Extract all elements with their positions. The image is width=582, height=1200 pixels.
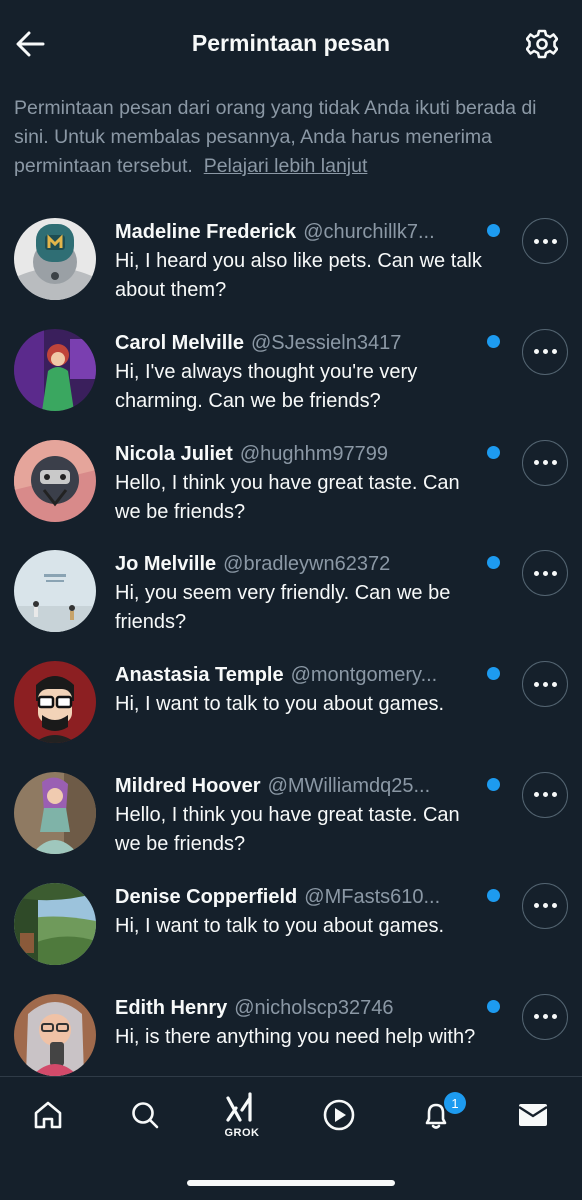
sender-handle: @hughhm97799 [239, 442, 389, 465]
sender-name: Nicola Juliet [115, 442, 233, 465]
list-item[interactable]: Carol Melville @SJessieln3417 Hi, I've a… [0, 319, 582, 430]
notification-badge: 1 [444, 1092, 466, 1114]
search-icon [132, 1102, 159, 1129]
sender-handle: @MWilliamdq25... [267, 774, 431, 797]
more-options-button[interactable] [522, 993, 568, 1040]
message-preview: Hi, I've always thought you're very char… [115, 360, 418, 412]
list-item[interactable]: Anastasia Temple @montgomery... Hi, I wa… [0, 651, 582, 762]
more-options-button[interactable] [522, 218, 568, 264]
sender-name: Madeline Frederick [115, 221, 297, 243]
sender-name: Mildred Hoover [115, 774, 261, 797]
list-item[interactable]: Denise Copperfield @MFasts610... Hi, I w… [0, 873, 582, 984]
envelope-icon [518, 1104, 548, 1126]
tab-grok[interactable]: GROK [218, 1091, 266, 1139]
list-item[interactable]: Madeline Frederick @churchillk7... Hi, I… [0, 208, 582, 319]
unread-dot [487, 445, 500, 459]
message-preview: Hi, I want to talk to you about games. [115, 693, 445, 716]
message-preview: Hi, I heard you also like pets. Can we t… [115, 250, 482, 301]
grok-icon [226, 1092, 252, 1122]
learn-more-link[interactable]: Pelajari lebih lanjut [204, 155, 368, 177]
sender-handle: @churchillk7... [303, 221, 435, 243]
message-preview: Hello, I think you have great taste. Can… [115, 471, 460, 523]
list-item[interactable]: Nicola Juliet @hughhm97799 Hello, I thin… [0, 430, 582, 541]
avatar [14, 439, 96, 522]
message-preview: Hi, I want to talk to you about games. [115, 914, 445, 937]
more-options-button[interactable] [522, 328, 568, 375]
gear-icon [526, 29, 558, 59]
more-options-button[interactable] [522, 882, 568, 929]
sender-name: Edith Henry [115, 996, 228, 1019]
home-indicator[interactable] [187, 1180, 395, 1186]
more-options-button[interactable] [522, 771, 568, 818]
sender-name: Carol Melville [115, 331, 244, 354]
avatar [14, 661, 96, 744]
more-options-button[interactable] [522, 439, 568, 486]
more-options-button[interactable] [522, 661, 568, 708]
message-preview: Hi, is there anything you need help with… [115, 1025, 476, 1048]
unread-dot [487, 556, 500, 570]
unread-dot [487, 999, 500, 1013]
sender-name: Anastasia Temple [115, 664, 284, 687]
avatar [14, 550, 96, 633]
tab-messages[interactable] [509, 1091, 557, 1139]
sender-handle: @SJessieln3417 [250, 331, 402, 354]
more-options-button[interactable] [522, 550, 568, 597]
intro-text: Permintaan pesan dari orang yang tidak A… [14, 94, 569, 181]
play-icon [323, 1099, 355, 1131]
avatar [14, 771, 96, 854]
sender-handle: @bradleywn62372 [223, 553, 391, 576]
sender-handle: @montgomery... [290, 664, 438, 687]
sender-handle: @nicholscp32746 [234, 996, 394, 1019]
page-title: Permintaan pesan [191, 30, 391, 56]
message-preview: Hello, I think you have great taste. Can… [115, 803, 460, 855]
avatar [14, 993, 96, 1076]
grok-label: GROK [224, 1127, 260, 1139]
avatar [14, 218, 96, 300]
list-item[interactable]: Jo Melville @bradleywn62372 Hi, you seem… [0, 540, 582, 651]
unread-dot [487, 777, 500, 791]
sender-name: Jo Melville [115, 553, 217, 576]
unread-dot [487, 334, 500, 348]
list-item[interactable]: Mildred Hoover @MWilliamdq25... Hello, I… [0, 762, 582, 873]
unread-dot [487, 888, 500, 902]
settings-button[interactable] [524, 26, 560, 62]
sender-name: Denise Copperfield [115, 885, 298, 908]
sender-handle: @MFasts610... [304, 885, 441, 908]
avatar [14, 328, 96, 411]
unread-dot [487, 224, 500, 237]
message-request-list: Madeline Frederick @churchillk7... Hi, I… [0, 208, 582, 1094]
home-icon [34, 1101, 62, 1129]
tab-video[interactable] [315, 1091, 363, 1139]
unread-dot [487, 667, 500, 681]
tab-search[interactable] [121, 1091, 169, 1139]
message-preview: Hi, you seem very friendly. Can we be fr… [115, 582, 451, 634]
avatar [14, 882, 96, 965]
top-bar: Permintaan pesan [0, 0, 582, 90]
tab-home[interactable] [24, 1091, 72, 1139]
